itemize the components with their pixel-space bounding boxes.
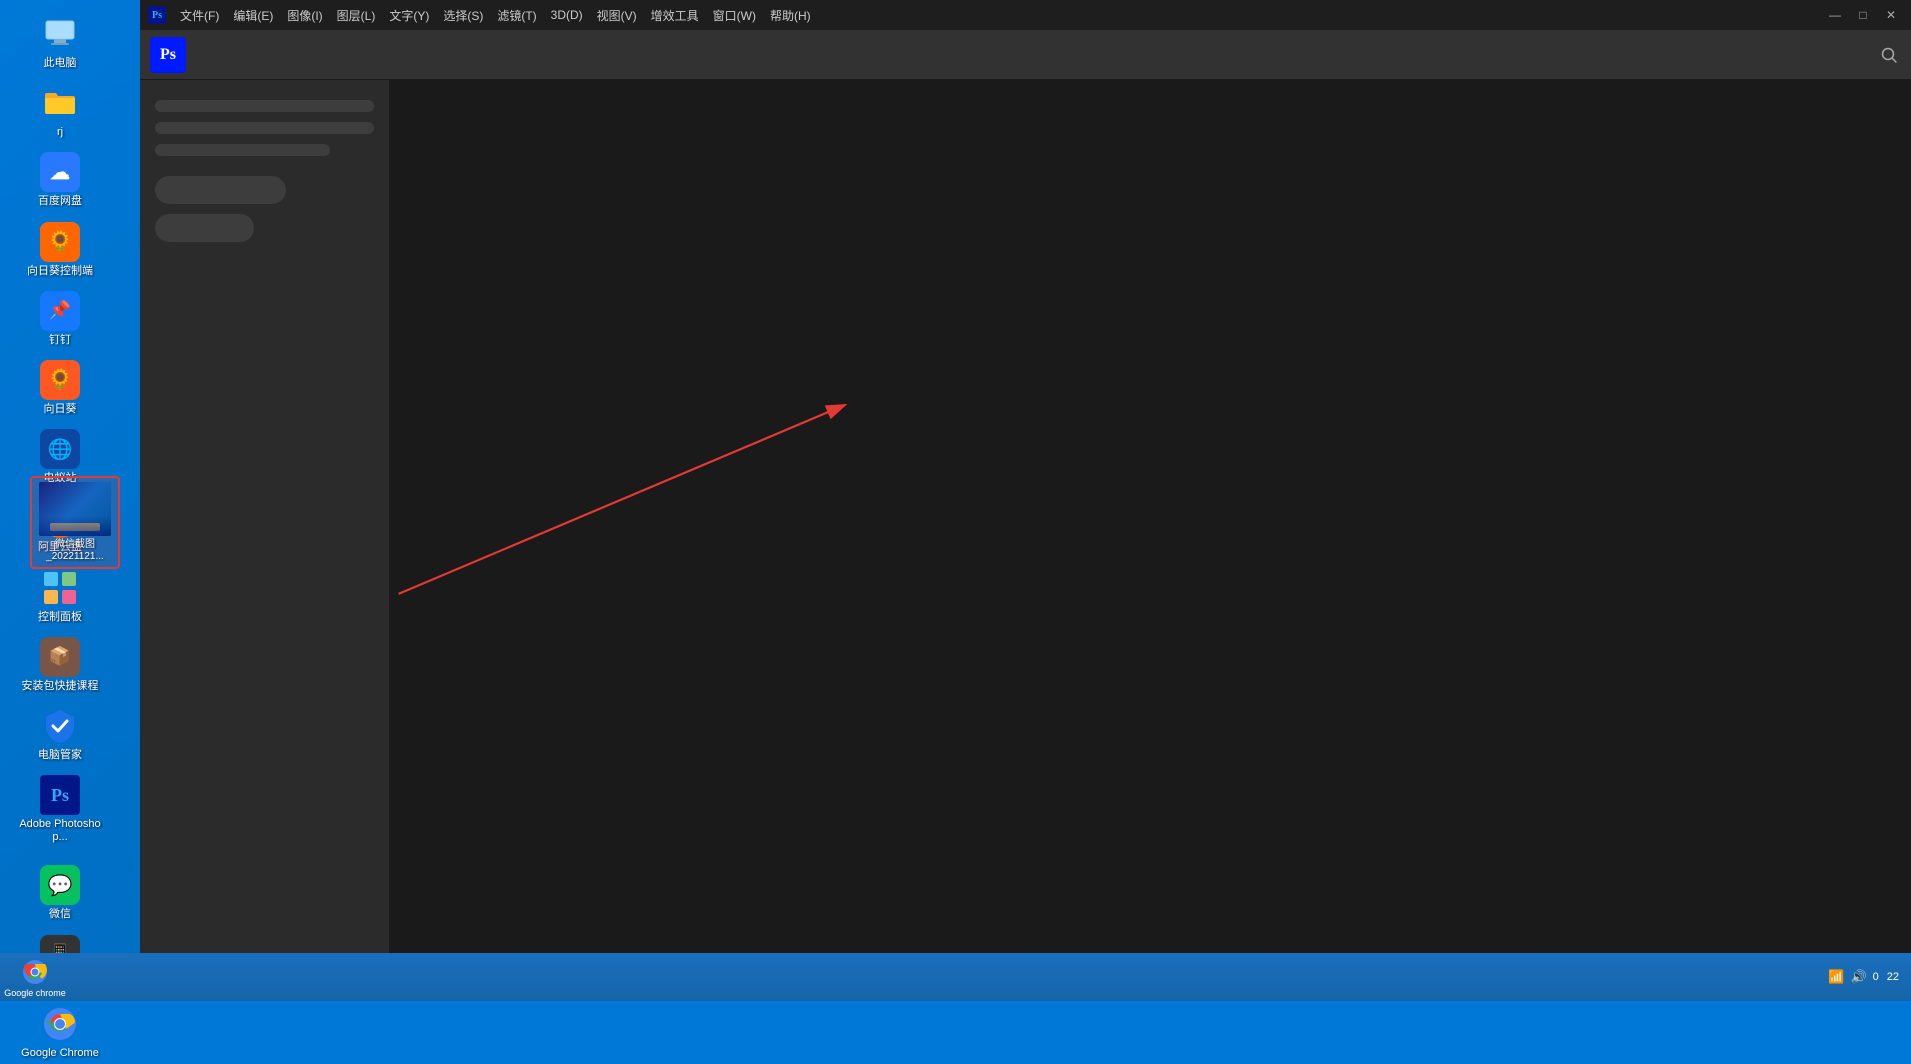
- ps-menu: 文件(F) 编辑(E) 图像(I) 图层(L) 文字(Y) 选择(S) 滤镜(T…: [174, 5, 817, 26]
- ps-menu-3d[interactable]: 3D(D): [545, 6, 589, 24]
- pc-manager-icon: [40, 706, 80, 746]
- dianzizhan-icon: 🌐: [40, 429, 80, 469]
- control-panel-icon: [40, 568, 80, 608]
- desktop-icon-baidu[interactable]: ☁ 百度网盘: [15, 148, 105, 212]
- photoshop-window: Ps 文件(F) 编辑(E) 图像(I) 图层(L) 文字(Y) 选择(S) 滤…: [140, 0, 1911, 953]
- ps-skeleton-lines-group: [155, 100, 374, 156]
- drag-arrow: [390, 80, 1911, 953]
- desktop-icon-wechat[interactable]: 💬 微信: [15, 861, 105, 925]
- ps-toolbar: Ps: [140, 30, 1911, 80]
- ps-restore-button[interactable]: □: [1851, 6, 1875, 24]
- ps-logo: Ps: [150, 37, 186, 73]
- install-course-icon: 📦: [40, 637, 80, 677]
- ps-window-buttons: — □ ✕: [1823, 6, 1903, 24]
- ps-skeleton-btn-1: [155, 176, 286, 204]
- ps-menu-view[interactable]: 视图(V): [591, 5, 643, 26]
- ps-menu-select[interactable]: 选择(S): [437, 5, 489, 26]
- ps-titlebar-left: Ps 文件(F) 编辑(E) 图像(I) 图层(L) 文字(Y) 选择(S) 滤…: [148, 5, 817, 26]
- desktop-icon-folder[interactable]: rj: [15, 79, 105, 143]
- taskbar-sys-icons: 📶 🔊 0: [1828, 969, 1879, 985]
- taskbar-clock: 22: [1887, 971, 1899, 983]
- taskbar-volume-icon: 🔊: [1850, 969, 1866, 985]
- ps-menu-plugins[interactable]: 增效工具: [645, 5, 705, 26]
- control-panel-label: 控制面板: [38, 611, 82, 624]
- ps-search-button[interactable]: [1877, 43, 1901, 67]
- adobe-ps-icon: Ps: [40, 775, 80, 815]
- desktop-icon-adobe-ps[interactable]: Ps Adobe Photoshop...: [15, 771, 105, 848]
- taskbar-time: 22: [1887, 971, 1899, 983]
- chrome-icon: [40, 1004, 80, 1044]
- folder-icon-label: rj: [57, 126, 63, 139]
- ps-menu-help[interactable]: 帮助(H): [764, 5, 817, 26]
- taskbar-volume-value: 0: [1873, 971, 1879, 983]
- taskbar: Google chrome 📶 🔊 0 22: [0, 953, 1911, 1001]
- baidu-icon: ☁: [40, 152, 80, 192]
- dingding-label: 钉钉: [49, 334, 71, 347]
- wechat-icon: 💬: [40, 865, 80, 905]
- drag-file-item[interactable]: 微信截图_20221121...: [30, 476, 120, 569]
- remote-icon: 🌻: [40, 222, 80, 262]
- ps-close-button[interactable]: ✕: [1879, 6, 1903, 24]
- baidu-label: 百度网盘: [38, 195, 82, 208]
- ps-menu-layer[interactable]: 图层(L): [331, 5, 382, 26]
- ps-skeleton-line-3: [155, 144, 330, 156]
- ps-menu-image[interactable]: 图像(I): [281, 5, 328, 26]
- desktop-icon-pc-manager[interactable]: 电脑管家: [15, 702, 105, 766]
- desktop-icons-area: 此电脑 rj ☁ 百度网盘 🌻 向日葵控制端: [0, 0, 120, 953]
- ps-skeleton-btns-group: [155, 176, 374, 242]
- computer-icon-label: 此电脑: [44, 57, 77, 70]
- ps-skeleton-line-1: [155, 100, 374, 112]
- drag-file-label: 微信截图_20221121...: [36, 539, 114, 563]
- ps-menu-filter[interactable]: 滤镜(T): [491, 5, 542, 26]
- ps-minimize-button[interactable]: —: [1823, 6, 1847, 24]
- folder-icon: [40, 83, 80, 123]
- ps-menu-edit[interactable]: 编辑(E): [227, 5, 279, 26]
- pc-manager-label: 电脑管家: [38, 749, 82, 762]
- taskbar-right: 📶 🔊 0 22: [1828, 969, 1911, 985]
- install-course-label: 安装包快捷课程: [22, 680, 99, 693]
- ps-canvas-area: [390, 80, 1911, 953]
- desktop-icon-install-course[interactable]: 📦 安装包快捷课程: [15, 633, 105, 697]
- desktop-icon-xiangrikui[interactable]: 🌻 向日葵: [15, 356, 105, 420]
- computer-icon: [40, 14, 80, 54]
- taskbar-network-icon: 📶: [1828, 969, 1844, 985]
- xiangrikui-icon: 🌻: [40, 360, 80, 400]
- taskbar-chrome-label: Google chrome: [4, 989, 66, 998]
- ps-menu-file[interactable]: 文件(F): [174, 5, 225, 26]
- ps-main-area: [140, 80, 1911, 953]
- chrome-label: Google Chrome: [21, 1047, 99, 1060]
- desktop-icon-control-panel[interactable]: 控制面板: [15, 564, 105, 628]
- taskbar-chrome-icon: [19, 956, 51, 988]
- ps-skeleton-btn-2: [155, 214, 254, 242]
- desktop-icon-dingding[interactable]: 📌 钉钉: [15, 287, 105, 351]
- desktop-icon-remote[interactable]: 🌻 向日葵控制端: [15, 218, 105, 282]
- ps-menu-window[interactable]: 窗口(W): [707, 5, 762, 26]
- drag-file-thumbnail: [39, 482, 111, 536]
- desktop-icon-chrome[interactable]: Google Chrome: [15, 1000, 105, 1064]
- ps-skeleton-line-2: [155, 122, 374, 134]
- wechat-label: 微信: [49, 908, 71, 921]
- xiangrikui-label: 向日葵: [44, 403, 77, 416]
- ps-title-logo: Ps: [148, 6, 166, 24]
- remote-label: 向日葵控制端: [27, 265, 93, 278]
- desktop-icon-computer[interactable]: 此电脑: [15, 10, 105, 74]
- adobe-ps-label: Adobe Photoshop...: [19, 818, 101, 844]
- ps-sidebar: [140, 80, 390, 953]
- ps-menu-text[interactable]: 文字(Y): [383, 5, 435, 26]
- desktop: 此电脑 rj ☁ 百度网盘 🌻 向日葵控制端: [0, 0, 1911, 1001]
- ps-titlebar: Ps 文件(F) 编辑(E) 图像(I) 图层(L) 文字(Y) 选择(S) 滤…: [140, 0, 1911, 30]
- taskbar-chrome-item[interactable]: Google chrome: [0, 953, 70, 1001]
- dingding-icon: 📌: [40, 291, 80, 331]
